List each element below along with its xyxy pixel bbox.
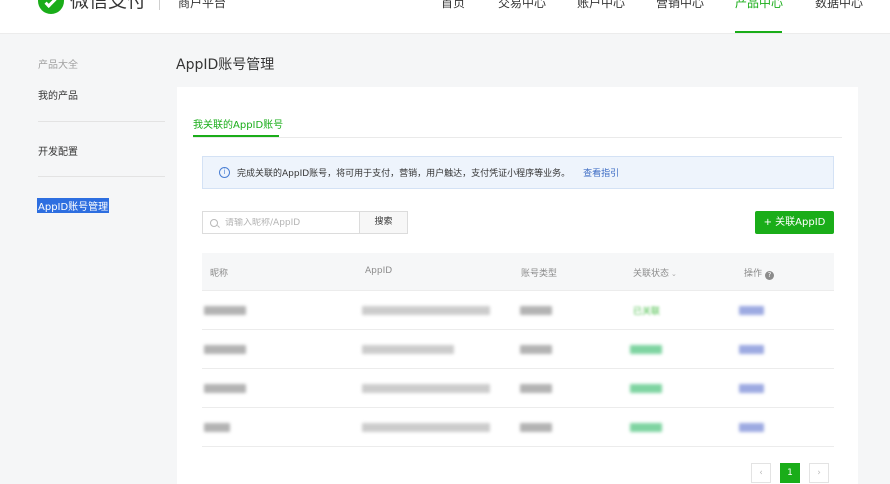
sidebar-item-appid-management[interactable]: AppID账号管理 [37, 198, 110, 213]
blurred-account-type [520, 345, 552, 354]
page-title: AppID账号管理 [176, 57, 275, 73]
column-header-account-type: 账号类型 [521, 269, 558, 279]
blurred-link-status [630, 345, 662, 354]
blurred-appid [362, 384, 490, 393]
link-status-label: 关联状态 [633, 269, 670, 279]
column-header-appid: AppID [365, 266, 393, 276]
blurred-nickname [204, 423, 230, 432]
blurred-appid [362, 306, 490, 315]
table-row [202, 330, 834, 369]
wechat-pay-logo[interactable]: 微信支付 [38, 0, 146, 14]
platform-name: 商户平台 [178, 0, 227, 10]
blurred-link-status [630, 423, 662, 432]
sidebar-group-title: 产品大全 [38, 60, 78, 71]
blurred-action[interactable] [739, 345, 764, 354]
actions-label: 操作 [744, 269, 763, 279]
column-header-actions: 操作? [744, 266, 775, 280]
info-icon: i [219, 167, 230, 178]
blurred-action[interactable] [739, 384, 764, 393]
blurred-link-status [630, 384, 662, 393]
sidebar-divider [38, 121, 165, 122]
wechat-pay-icon [38, 0, 64, 14]
search-icon [210, 218, 218, 227]
nav-active-indicator [735, 31, 782, 33]
search-input[interactable] [225, 217, 355, 228]
pagination-page-1[interactable]: 1 [780, 463, 800, 483]
nav-data-center[interactable]: 数据中心 [815, 0, 863, 11]
help-icon[interactable]: ? [765, 271, 775, 280]
table-header: 昵称 AppID 账号类型 关联状态 ⌄ 操作? [202, 253, 834, 291]
nav-marketing-center[interactable]: 营销中心 [656, 0, 704, 11]
nav-account-center[interactable]: 账户中心 [577, 0, 625, 11]
search-field [202, 211, 360, 234]
sidebar-divider [38, 176, 165, 177]
search-button[interactable]: 搜索 [359, 211, 408, 234]
blurred-appid [362, 345, 454, 354]
tab-divider [193, 137, 842, 138]
content-card: 我关联的AppID账号 i 完成关联的AppID账号，将可用于支付，营销，用户触… [177, 87, 858, 484]
table-row [202, 369, 834, 408]
column-header-link-status[interactable]: 关联状态 ⌄ [633, 266, 677, 279]
column-header-nickname: 昵称 [210, 269, 229, 279]
sidebar-item-dev-config[interactable]: 开发配置 [38, 143, 78, 158]
blurred-action[interactable] [739, 306, 764, 315]
notice-banner: i 完成关联的AppID账号，将可用于支付，营销，用户触达，支付凭证小程序等业务… [202, 156, 834, 189]
nav-product-center[interactable]: 产品中心 [735, 0, 783, 11]
blurred-account-type [520, 423, 552, 432]
brand-name: 微信支付 [70, 0, 147, 12]
pagination-prev-button[interactable]: ‹ [751, 463, 771, 483]
blurred-account-type [520, 384, 552, 393]
table-row: 已关联 [202, 291, 834, 330]
chevron-down-icon: ⌄ [671, 270, 677, 278]
top-bar: 微信支付 商户平台 首页 交易中心 账户中心 营销中心 产品中心 数据中心 [0, 0, 890, 34]
logo-divider [159, 0, 160, 10]
nav-trade-center[interactable]: 交易中心 [498, 0, 546, 11]
blurred-appid [362, 423, 490, 432]
notice-text: 完成关联的AppID账号，将可用于支付，营销，用户触达，支付凭证小程序等业务。 [237, 169, 571, 179]
blurred-account-type [520, 306, 552, 315]
add-appid-button[interactable]: + 关联AppID [755, 211, 834, 234]
blurred-nickname [204, 306, 246, 315]
view-guide-link[interactable]: 查看指引 [583, 166, 619, 179]
table-row [202, 408, 834, 447]
blurred-nickname [204, 384, 246, 393]
tab-linked-appid[interactable]: 我关联的AppID账号 [193, 116, 283, 131]
blurred-nickname [204, 345, 246, 354]
nav-home[interactable]: 首页 [441, 0, 465, 11]
sidebar-item-my-products[interactable]: 我的产品 [38, 87, 78, 102]
blurred-action[interactable] [739, 423, 764, 432]
pagination-next-button[interactable]: › [809, 463, 829, 483]
link-status: 已关联 [633, 307, 661, 317]
